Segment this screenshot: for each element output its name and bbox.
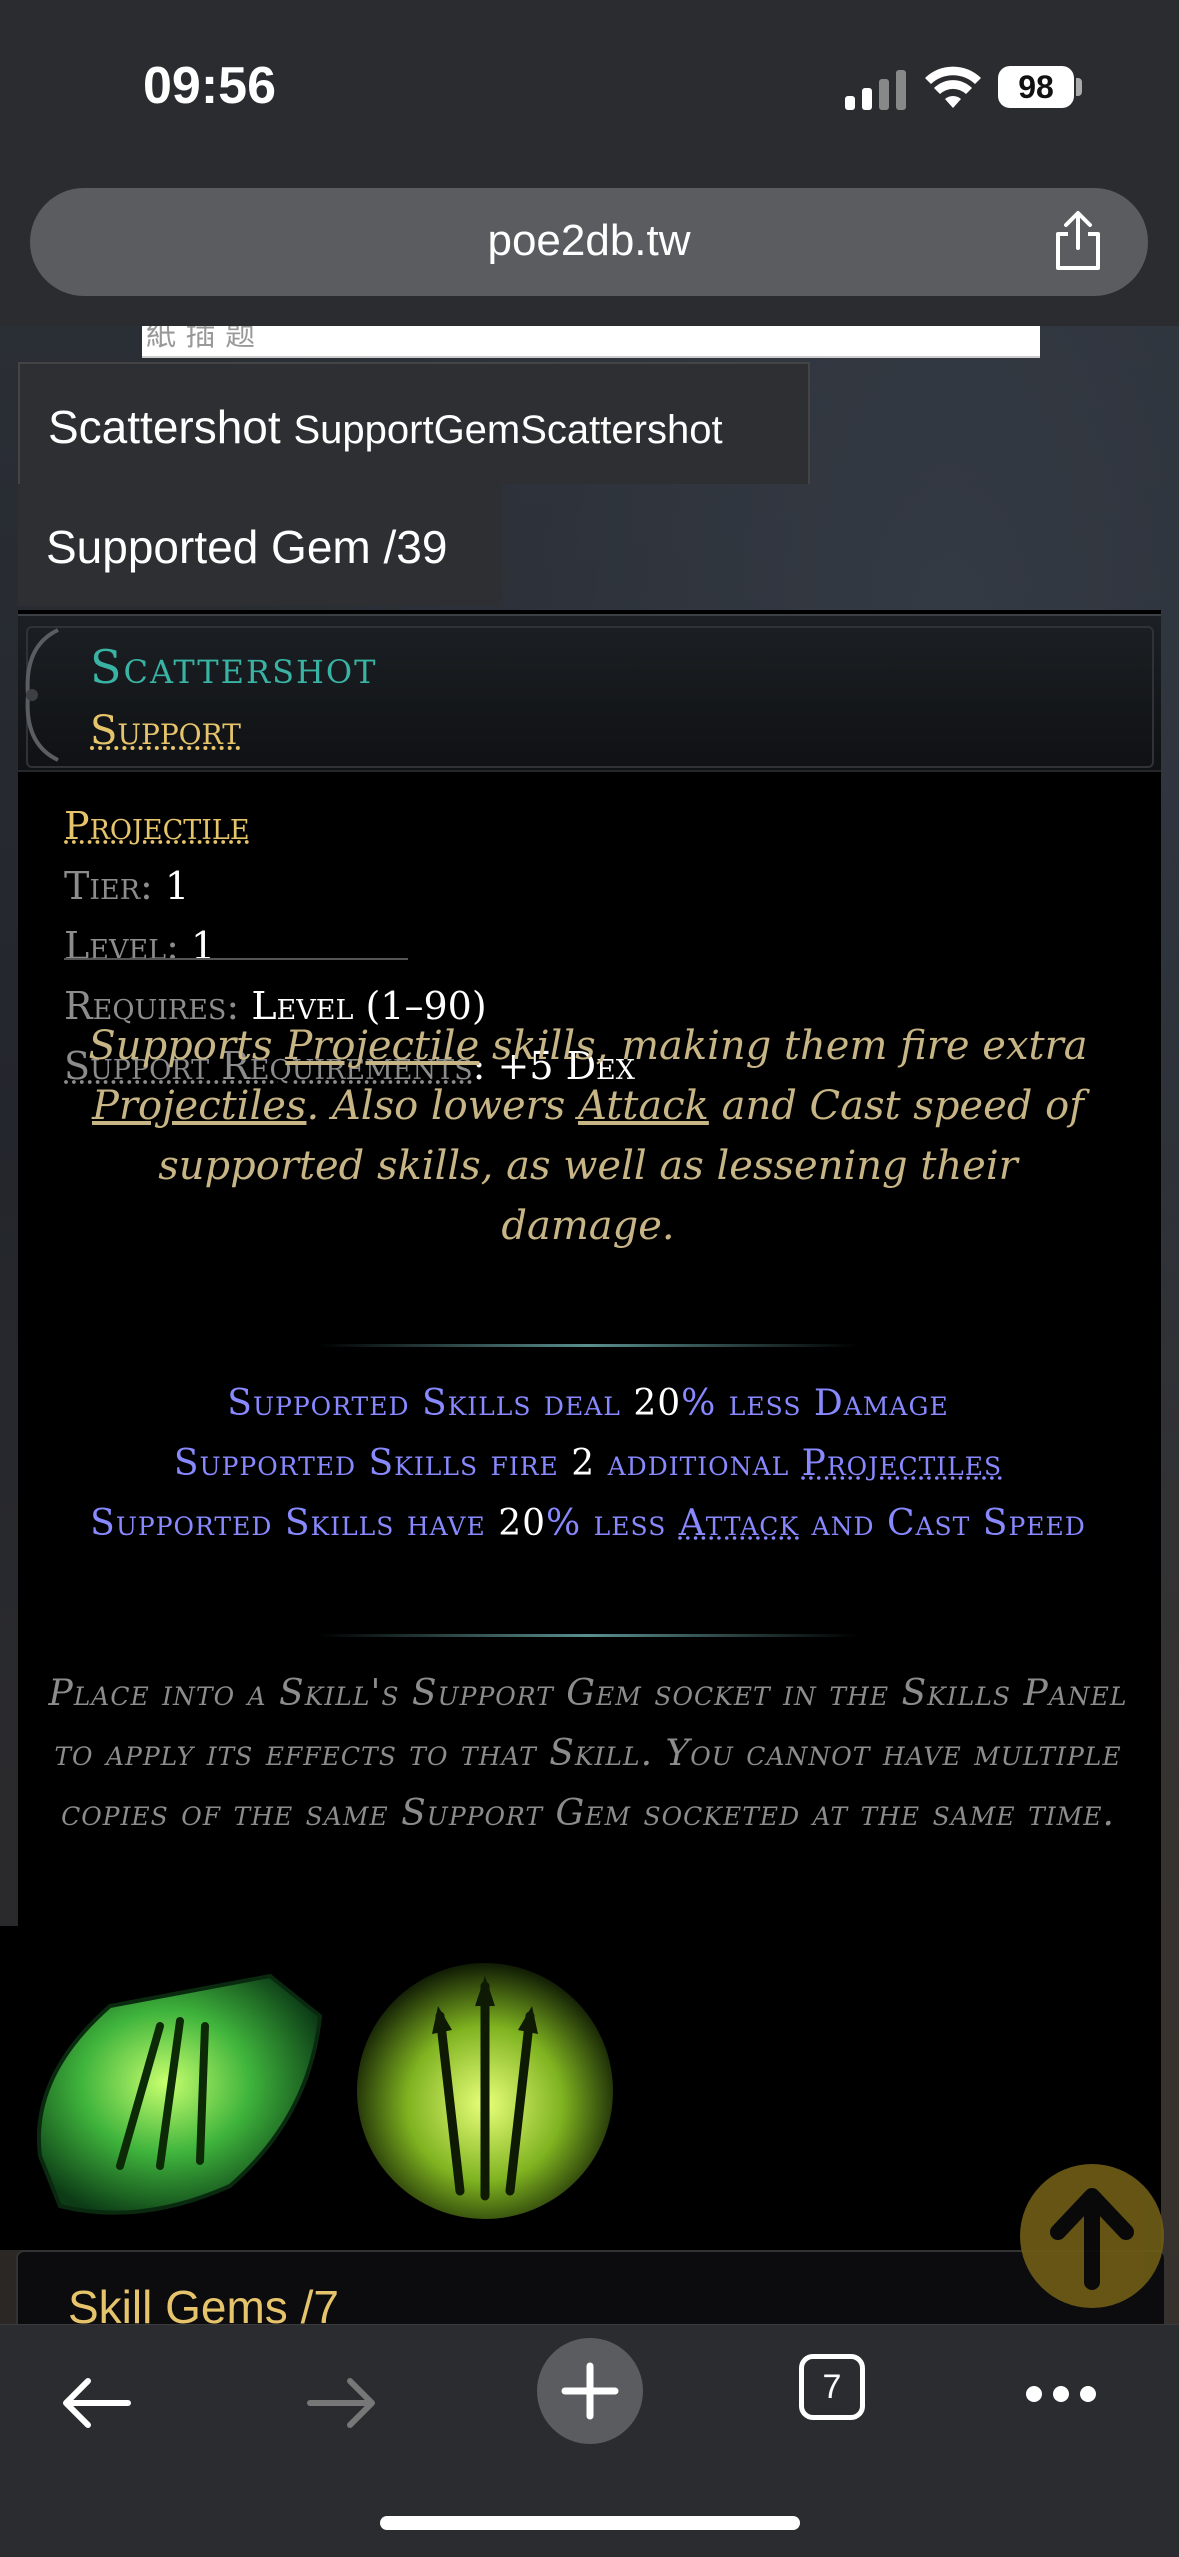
search-partial-text: 紙 插 题: [146, 326, 256, 353]
tab-item-scattershot[interactable]: Scattershot SupportGemScattershot: [18, 362, 810, 484]
gem-name: Scattershot: [90, 640, 378, 694]
projectiles-link[interactable]: Projectiles: [92, 1083, 306, 1129]
separator-1: [318, 1344, 858, 1347]
gem-type-link[interactable]: Support: [90, 708, 241, 754]
wifi-icon: [925, 66, 981, 108]
gem-description: Supports Projectile skills, making them …: [88, 1023, 1088, 1249]
url-text: poe2db.tw: [487, 216, 691, 265]
tab-supported-gem-label: Supported Gem /39: [46, 521, 448, 573]
battery-tip: [1076, 78, 1082, 96]
more-icon[interactable]: [1024, 2381, 1098, 2407]
projectile-link[interactable]: Projectile: [285, 1023, 479, 1069]
mod-less-damage: Supported Skills deal 20% less Damage: [227, 1383, 949, 1424]
tabs-icon[interactable]: 7: [799, 2354, 865, 2420]
mod-additional-projectiles: Supported Skills fire 2 additional Proje…: [173, 1443, 1003, 1484]
mod-attack-link[interactable]: Attack: [679, 1503, 799, 1544]
scattershot-skill-icon: [357, 1963, 613, 2219]
separator-2: [318, 1634, 858, 1637]
web-page: 紙 插 题 Scattershot SupportGemScattershot …: [0, 326, 1179, 2324]
signal-icon: [845, 70, 906, 110]
header-ornament-icon: [25, 628, 59, 762]
tier-label: Tier:: [64, 864, 153, 908]
scroll-to-top-button[interactable]: [1020, 2164, 1164, 2308]
attack-link[interactable]: Attack: [578, 1083, 709, 1129]
share-icon[interactable]: [1050, 210, 1106, 272]
search-input[interactable]: 紙 插 题: [142, 326, 1040, 358]
gem-help-text: Place into a Skill's Support Gem socket …: [48, 1673, 1128, 1834]
mod-projectiles-link[interactable]: Projectiles: [802, 1443, 1002, 1484]
mod-less-attack-speed: Supported Skills have 20% less Attack an…: [90, 1503, 1086, 1544]
gem-header: Scattershot Support: [18, 614, 1161, 772]
plus-icon: [561, 2362, 619, 2420]
gem-modifiers: Supported Skills deal 20% less Damage Su…: [38, 1374, 1138, 1554]
tab-item-name: Scattershot: [48, 401, 281, 453]
level-value: 1: [190, 924, 216, 968]
gem-tag-link[interactable]: Projectile: [64, 804, 250, 848]
level-underline: [64, 958, 408, 960]
tab-supported-gem[interactable]: Supported Gem /39: [18, 484, 502, 606]
new-tab-button[interactable]: [537, 2338, 643, 2444]
status-time: 09:56: [143, 57, 276, 115]
status-bar: 09:56 98: [0, 0, 1179, 175]
forward-arrow-icon[interactable]: [304, 2373, 380, 2433]
address-bar[interactable]: poe2db.tw: [30, 188, 1148, 296]
tab-item-id: SupportGemScattershot: [293, 408, 723, 452]
skill-gems-section: Skill Gems /7: [16, 2250, 1166, 2324]
scroll-top-arrow-icon: [1050, 2188, 1134, 2290]
skill-gems-title: Skill Gems /7: [68, 2281, 339, 2324]
tier-value: 1: [164, 864, 190, 908]
gem-crystal-icon: [36, 1973, 323, 2215]
home-indicator: [380, 2516, 800, 2530]
level-label: Level:: [64, 924, 179, 968]
back-arrow-icon[interactable]: [58, 2373, 134, 2433]
battery-indicator: 98: [998, 66, 1074, 108]
